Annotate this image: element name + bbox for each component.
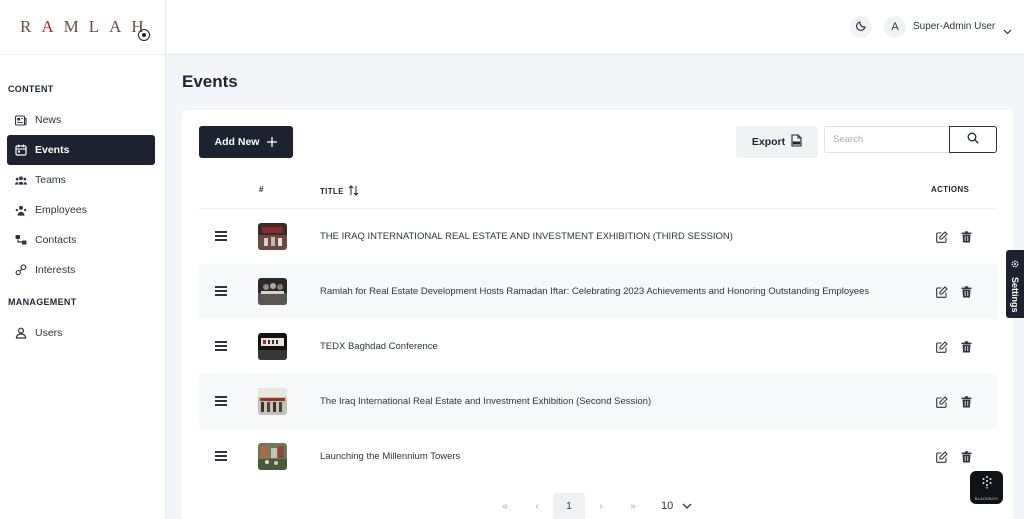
sidebar-item-users[interactable]: Users: [7, 318, 155, 348]
blackbox-widget[interactable]: BLACKBOX: [970, 471, 1003, 504]
sidebar-item-label: Employees: [35, 204, 87, 216]
csv-file-icon: [785, 134, 802, 150]
page-title: Events: [182, 72, 238, 91]
per-page-value: 10: [661, 500, 674, 512]
trash-icon[interactable]: [961, 285, 972, 303]
sidebar-item-teams[interactable]: Teams: [7, 165, 155, 195]
drag-handle-icon[interactable]: [215, 231, 227, 241]
sidebar-item-label: Contacts: [35, 234, 77, 246]
events-card: Add New Export # TITLE ACTIONS THE IRAQ …: [182, 110, 1013, 519]
export-label: Export: [751, 136, 786, 148]
table-row: TEDX Baghdad Conference: [199, 319, 997, 374]
users-icon: [15, 327, 27, 339]
table-row: The Iraq International Real Estate and I…: [199, 374, 997, 429]
trash-icon[interactable]: [961, 450, 972, 468]
sidebar-item-contacts[interactable]: Contacts: [7, 225, 155, 255]
event-thumbnail: [258, 388, 287, 415]
table-row: Ramlah for Real Estate Development Hosts…: [199, 264, 997, 319]
sidebar-item-label: Users: [35, 327, 63, 339]
section-label-content: CONTENT: [8, 84, 54, 94]
user-name[interactable]: Super-Admin User: [913, 21, 995, 32]
column-header-index: #: [259, 185, 264, 194]
search-button[interactable]: [949, 126, 997, 153]
event-title: Launching the Millennium Towers: [320, 451, 461, 462]
newspaper-icon: [15, 114, 27, 126]
previous-page-button[interactable]: ‹: [521, 493, 553, 519]
column-header-title[interactable]: TITLE: [320, 185, 359, 198]
event-thumbnail: [258, 278, 287, 305]
column-header-title-label: TITLE: [320, 187, 344, 196]
pagination: « ‹ 1 › »: [489, 493, 649, 519]
sidebar: RAMLAH CONTENT News Events Teams Employe…: [0, 0, 166, 519]
section-label-management: MANAGEMENT: [8, 297, 77, 307]
edit-icon[interactable]: [936, 395, 948, 413]
interests-icon: [15, 264, 27, 276]
sort-icon[interactable]: [348, 185, 359, 198]
plus-icon: [267, 134, 278, 151]
table-row: Launching the Millennium Towers: [199, 429, 997, 484]
per-page-select[interactable]: 10: [661, 500, 692, 512]
event-thumbnail: [258, 333, 287, 360]
edit-icon[interactable]: [936, 230, 948, 248]
search-icon: [967, 131, 979, 149]
sidebar-item-interests[interactable]: Interests: [7, 255, 155, 285]
sidebar-item-label: Teams: [35, 174, 66, 186]
logo: RAMLAH: [0, 0, 165, 55]
last-page-button[interactable]: »: [617, 493, 649, 519]
teams-icon: [15, 174, 27, 186]
trash-icon[interactable]: [961, 340, 972, 358]
gear-icon: [1010, 256, 1020, 274]
drag-handle-icon[interactable]: [215, 396, 227, 406]
column-header-actions: ACTIONS: [931, 185, 970, 194]
chevron-down-icon: [673, 500, 692, 512]
sidebar-item-news[interactable]: News: [7, 105, 155, 135]
sidebar-toggle-icon[interactable]: [138, 29, 150, 41]
event-title: Ramlah for Real Estate Development Hosts…: [320, 286, 870, 297]
moon-icon: [855, 18, 867, 36]
edit-icon[interactable]: [936, 450, 948, 468]
sidebar-item-events[interactable]: Events: [7, 135, 155, 165]
search-input[interactable]: [824, 126, 950, 153]
sidebar-item-employees[interactable]: Employees: [7, 195, 155, 225]
sidebar-item-label: Interests: [35, 264, 76, 276]
add-new-button[interactable]: Add New: [199, 126, 293, 158]
contacts-icon: [15, 234, 27, 246]
settings-label: Settings: [1010, 277, 1020, 313]
edit-icon[interactable]: [936, 285, 948, 303]
calendar-icon: [15, 144, 27, 156]
event-title: The Iraq International Real Estate and I…: [320, 396, 652, 407]
event-title: THE IRAQ INTERNATIONAL REAL ESTATE AND I…: [320, 231, 733, 242]
first-page-button[interactable]: «: [489, 493, 521, 519]
blackbox-logo-icon: [980, 475, 994, 494]
sidebar-item-label: Events: [35, 144, 70, 156]
blackbox-label: BLACKBOX: [974, 495, 999, 501]
logo-text: RAMLAH: [20, 17, 154, 36]
chevron-down-icon[interactable]: [1003, 22, 1012, 40]
export-csv-button[interactable]: Export: [736, 126, 818, 158]
drag-handle-icon[interactable]: [215, 286, 227, 296]
trash-icon[interactable]: [961, 395, 972, 413]
sidebar-item-label: News: [35, 114, 62, 126]
drag-handle-icon[interactable]: [215, 451, 227, 461]
dark-mode-toggle[interactable]: [850, 16, 872, 38]
event-thumbnail: [258, 223, 287, 250]
event-title: TEDX Baghdad Conference: [320, 341, 438, 352]
table-row: THE IRAQ INTERNATIONAL REAL ESTATE AND I…: [199, 209, 997, 264]
edit-icon[interactable]: [936, 340, 948, 358]
trash-icon[interactable]: [961, 230, 972, 248]
settings-tab[interactable]: Settings: [1006, 250, 1024, 318]
employees-icon: [15, 204, 27, 216]
add-new-label: Add New: [214, 136, 260, 148]
top-bar: A Super-Admin User: [166, 0, 1024, 55]
drag-handle-icon[interactable]: [215, 341, 227, 351]
avatar[interactable]: A: [884, 16, 906, 38]
page-number-button[interactable]: 1: [553, 493, 585, 519]
event-thumbnail: [258, 443, 287, 470]
next-page-button[interactable]: ›: [585, 493, 617, 519]
